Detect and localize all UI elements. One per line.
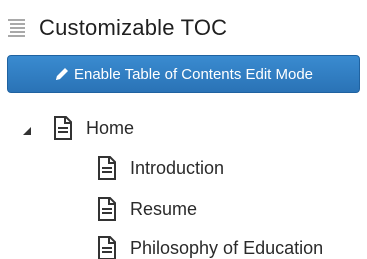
tree-item-label: Philosophy of Education: [130, 237, 324, 258]
enable-toc-edit-mode-button[interactable]: Enable Table of Contents Edit Mode: [7, 55, 360, 93]
customizable-toc-panel: Customizable TOC Enable Table of Content…: [0, 0, 367, 259]
tree-item-home[interactable]: Home: [22, 110, 134, 146]
tree-item-introduction[interactable]: Introduction: [97, 150, 224, 186]
tree-item-label: Introduction: [130, 157, 225, 178]
pencil-icon: [54, 66, 70, 82]
tree-item-label: Resume: [130, 198, 198, 219]
collapse-caret-icon[interactable]: [22, 123, 32, 135]
tree-item-label: Home: [86, 117, 135, 138]
page-title: Customizable TOC: [39, 15, 228, 40]
toc-list-icon: [7, 18, 29, 38]
document-icon: [97, 236, 117, 259]
tree-item-resume[interactable]: Resume: [97, 191, 197, 227]
edit-mode-label: Enable Table of Contents Edit Mode: [73, 65, 314, 83]
document-icon: [97, 156, 117, 180]
tree-item-philosophy-of-education[interactable]: Philosophy of Education: [97, 230, 323, 259]
document-icon: [97, 197, 117, 221]
document-icon: [53, 116, 73, 140]
toc-header: Customizable TOC: [7, 12, 227, 44]
